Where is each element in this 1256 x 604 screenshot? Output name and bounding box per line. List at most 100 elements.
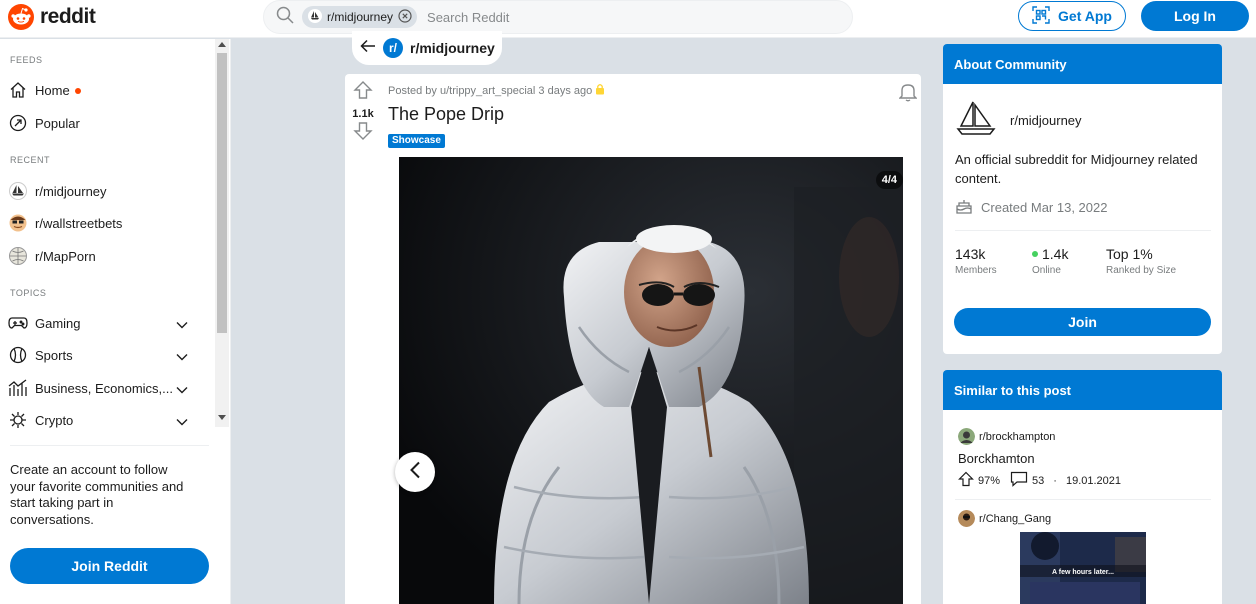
sidebar-item-business[interactable]: Business, Economics,... xyxy=(8,376,208,400)
search-bar[interactable]: r/midjourney Search Reddit xyxy=(263,0,853,34)
sidebar-scrollbar[interactable] xyxy=(215,39,229,427)
chang-gang-avatar xyxy=(958,510,975,527)
post-meta-text: Posted by u/trippy_art_special 3 days ag… xyxy=(388,84,593,97)
scrollbar-thumb[interactable] xyxy=(217,53,227,333)
post-title[interactable]: The Pope Drip xyxy=(388,104,504,125)
reddit-logo[interactable]: reddit xyxy=(8,4,96,30)
subreddit-back-bar[interactable]: r/ r/midjourney xyxy=(352,31,502,65)
post-flair[interactable]: Showcase xyxy=(388,134,445,148)
sidebar-item-label: Popular xyxy=(35,115,80,131)
sidebar-item-popular[interactable]: Popular xyxy=(8,111,208,135)
similar-post-upvote-pct: 97% xyxy=(978,474,1001,487)
chevron-down-icon[interactable] xyxy=(176,349,188,364)
sidebar-item-midjourney[interactable]: r/midjourney xyxy=(8,179,208,203)
signup-prompt: Create an account to follow your favorit… xyxy=(10,462,184,527)
popular-icon xyxy=(8,113,28,133)
sidebar-item-label: r/wallstreetbets xyxy=(35,215,123,231)
sidebar-item-crypto[interactable]: Crypto xyxy=(8,408,208,432)
join-reddit-button[interactable]: Join Reddit xyxy=(10,548,209,584)
thumbnail-image xyxy=(1020,532,1146,604)
sidebar-item-label: Home xyxy=(35,82,70,98)
home-icon xyxy=(8,80,28,100)
similar-posts-widget: Similar to this post r/brockhampton Borc… xyxy=(943,370,1222,604)
wallstreetbets-avatar-icon xyxy=(8,213,28,233)
online-indicator-icon xyxy=(1032,251,1038,257)
topics-heading: TOPICS xyxy=(10,288,47,298)
scroll-down-icon[interactable] xyxy=(218,415,226,420)
left-sidebar: FEEDS Home Popular RECENT r/midjourney r… xyxy=(0,39,231,604)
created-date: Created Mar 13, 2022 xyxy=(981,200,1108,215)
search-scope-chip[interactable]: r/midjourney xyxy=(302,6,418,28)
gallery-prev-button[interactable] xyxy=(395,452,435,492)
back-arrow-icon[interactable] xyxy=(360,39,376,58)
gallery-counter: 4/4 xyxy=(875,171,903,189)
chart-icon xyxy=(8,378,28,398)
sidebar-item-home[interactable]: Home xyxy=(8,78,208,102)
similar-post-date: 19.01.2021 xyxy=(1065,474,1122,487)
rank-label: Ranked by Size xyxy=(1106,265,1177,276)
top-header: reddit r/midjourney Search Reddit Get Ap… xyxy=(0,0,1256,38)
members-stat: 143k Members xyxy=(955,246,997,276)
community-name[interactable]: r/midjourney xyxy=(1010,113,1082,128)
vote-column: 1.1k xyxy=(345,80,381,146)
divider xyxy=(955,499,1211,500)
sidebar-item-mapporn[interactable]: r/MapPorn xyxy=(8,244,208,268)
scroll-up-icon[interactable] xyxy=(218,42,226,47)
post-image-gallery[interactable]: 4/4 xyxy=(399,157,903,604)
sidebar-item-label: Gaming xyxy=(35,315,81,331)
downvote-icon[interactable] xyxy=(353,121,373,146)
members-label: Members xyxy=(955,265,997,276)
post-card: 1.1k Posted by u/trippy_art_special 3 da… xyxy=(345,74,921,604)
thumbnail-caption: A few hours later... xyxy=(1052,569,1114,576)
get-app-button[interactable]: Get App xyxy=(1018,1,1126,31)
join-community-button[interactable]: Join xyxy=(954,308,1211,336)
similar-post-item[interactable]: r/Chang_Gang xyxy=(958,510,1051,527)
online-stat: 1.4k Online xyxy=(1032,246,1068,276)
sidebar-item-sports[interactable]: Sports xyxy=(8,343,208,367)
lock-icon xyxy=(595,83,605,98)
similar-post-item[interactable]: r/brockhampton Borckhamton 97% 53 · 19.0… xyxy=(958,428,1121,490)
bell-icon[interactable] xyxy=(898,82,918,107)
chevron-down-icon[interactable] xyxy=(176,382,188,397)
chevron-left-icon xyxy=(409,461,421,484)
about-community-heading: About Community xyxy=(943,44,1222,84)
sidebar-item-wallstreetbets[interactable]: r/wallstreetbets xyxy=(8,211,208,235)
search-input[interactable]: Search Reddit xyxy=(427,10,509,25)
brockhampton-avatar xyxy=(958,428,975,445)
sidebar-item-label: r/midjourney xyxy=(35,183,107,199)
vote-score: 1.1k xyxy=(352,108,374,120)
clear-chip-icon[interactable] xyxy=(398,8,412,26)
midjourney-sailboat-icon xyxy=(956,100,996,141)
reddit-snoo-icon xyxy=(8,4,34,30)
comment-icon xyxy=(1010,471,1028,490)
subreddit-name[interactable]: r/midjourney xyxy=(410,40,495,56)
log-in-button[interactable]: Log In xyxy=(1141,1,1249,31)
chevron-down-icon[interactable] xyxy=(176,317,188,332)
similar-post-title[interactable]: Borckhamton xyxy=(958,451,1121,466)
sidebar-item-label: Business, Economics,... xyxy=(35,380,173,396)
reddit-wordmark: reddit xyxy=(40,5,96,28)
community-identity[interactable]: r/midjourney xyxy=(956,100,1082,141)
chevron-down-icon[interactable] xyxy=(176,414,188,429)
notification-dot xyxy=(74,88,81,94)
search-icon xyxy=(276,6,294,29)
upvote-icon[interactable] xyxy=(353,80,373,105)
similar-post-comments: 53 xyxy=(1032,474,1045,487)
rank-stat: Top 1% Ranked by Size xyxy=(1106,246,1176,276)
get-app-label: Get App xyxy=(1058,8,1112,24)
sidebar-item-label: r/MapPorn xyxy=(35,248,96,264)
similar-post-subreddit[interactable]: r/Chang_Gang xyxy=(979,513,1051,525)
pope-puffer-jacket-image xyxy=(399,157,903,604)
sidebar-item-gaming[interactable]: Gaming xyxy=(8,311,208,335)
cake-icon xyxy=(955,198,973,217)
sidebar-item-label: Crypto xyxy=(35,412,74,428)
community-description: An official subreddit for Midjourney rel… xyxy=(955,152,1198,186)
similar-post-subreddit[interactable]: r/brockhampton xyxy=(979,431,1055,443)
feeds-heading: FEEDS xyxy=(10,55,43,65)
search-chip-label: r/midjourney xyxy=(327,10,394,24)
community-created: Created Mar 13, 2022 xyxy=(955,198,1107,217)
midjourney-avatar-icon xyxy=(8,181,28,201)
similar-post-thumbnail[interactable]: A few hours later... xyxy=(1020,532,1146,604)
sidebar-divider xyxy=(10,445,209,446)
members-count: 143k xyxy=(955,246,986,262)
